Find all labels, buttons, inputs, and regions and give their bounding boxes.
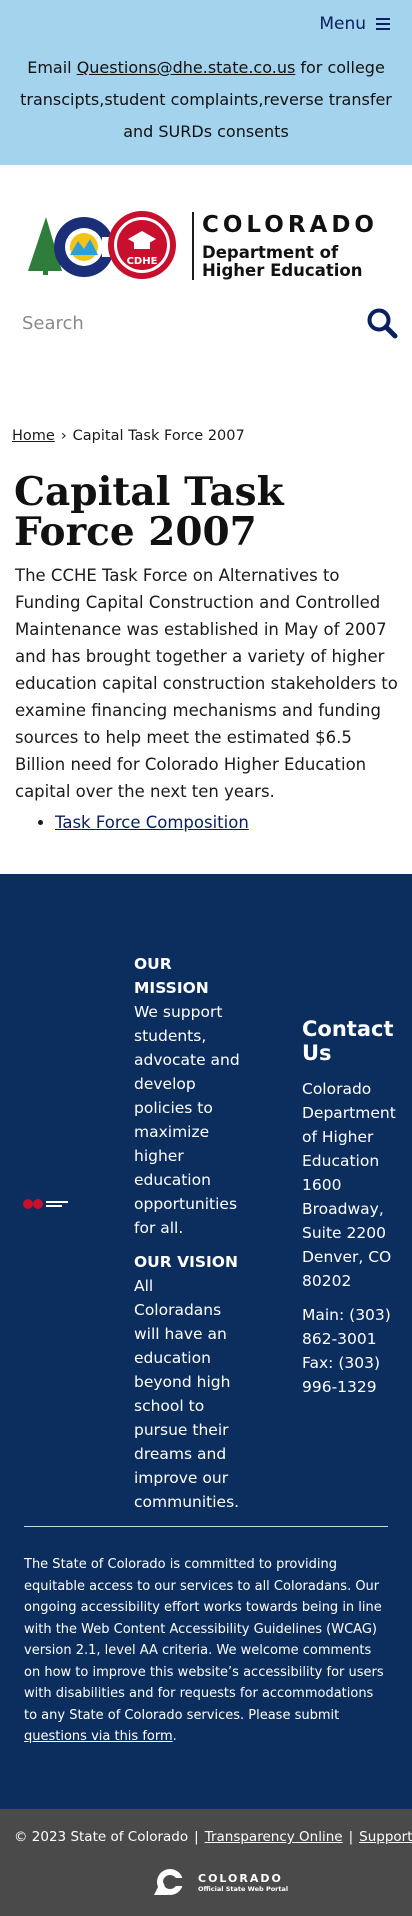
logo-divider bbox=[192, 212, 194, 280]
cdhe-logo-icon: CDHE bbox=[28, 211, 176, 279]
pipe-separator: | bbox=[194, 1829, 199, 1845]
search-row bbox=[0, 295, 412, 370]
pipe-separator: | bbox=[348, 1829, 354, 1845]
mission-heading: OUR MISSION bbox=[134, 955, 209, 997]
top-banner: Menu Email Questions@dhe.state.co.us for… bbox=[0, 0, 412, 165]
contact-heading: Contact Us bbox=[302, 1017, 394, 1065]
contact-address: Colorado Department of Higher Education … bbox=[302, 1080, 396, 1290]
contact-phone: Main: (303) 862-3001 Fax: (303) 996-1329 bbox=[302, 1306, 391, 1396]
hamburger-icon bbox=[376, 18, 390, 30]
copyright-text: © 2023 State of Colorado bbox=[14, 1829, 189, 1845]
portal-name: COLORADO bbox=[198, 1871, 283, 1885]
logo-badge-text: CDHE bbox=[127, 256, 158, 267]
logo-text: COLORADO Department of Higher Education bbox=[202, 212, 378, 280]
breadcrumb-current: Capital Task Force 2007 bbox=[72, 428, 245, 444]
footer: OUR MISSION We support students, advocat… bbox=[0, 874, 412, 1809]
list-item: Task Force Composition bbox=[55, 813, 249, 832]
accessibility-end: . bbox=[172, 1729, 177, 1744]
vision-heading: OUR VISION bbox=[134, 1253, 238, 1271]
footer-logo-icon[interactable] bbox=[22, 1198, 70, 1210]
footer-divider bbox=[24, 1526, 388, 1527]
bottom-bar: © 2023 State of Colorado | Transparency On… bbox=[0, 1809, 412, 1916]
support-link[interactable]: Support bbox=[359, 1829, 412, 1845]
task-force-composition-link[interactable]: Task Force Composition bbox=[55, 813, 249, 832]
breadcrumb-home-link[interactable]: Home bbox=[12, 428, 55, 444]
mission-block: OUR MISSION We support students, advocat… bbox=[134, 952, 244, 1240]
notice-text: Email Questions@dhe.state.co.us for coll… bbox=[16, 52, 396, 148]
state-portal-logo[interactable]: COLORADO Official State Web Portal bbox=[152, 1867, 288, 1897]
vision-text: All Coloradans will have an education be… bbox=[134, 1277, 240, 1511]
search-icon[interactable] bbox=[366, 307, 398, 339]
accessibility-form-link[interactable]: questions via this form bbox=[24, 1729, 173, 1744]
bottom-links: © 2023 State of Colorado | Transparency On… bbox=[14, 1829, 412, 1845]
accessibility-text: The State of Colorado is committed to pr… bbox=[24, 1557, 384, 1723]
colorado-c-icon bbox=[154, 1869, 186, 1895]
link-list: Task Force Composition bbox=[55, 813, 249, 832]
notice-email-link[interactable]: Questions@dhe.state.co.us bbox=[77, 58, 296, 77]
mission-text: We support students, advocate and develo… bbox=[134, 1003, 240, 1237]
breadcrumb-separator: › bbox=[60, 428, 67, 444]
portal-subtitle: Official State Web Portal bbox=[198, 1884, 289, 1893]
logo-dept-line1: Department of bbox=[202, 243, 339, 262]
accessibility-statement: The State of Colorado is committed to pr… bbox=[24, 1554, 388, 1748]
notice-prefix: Email bbox=[27, 58, 77, 77]
site-logo[interactable]: CDHE COLORADO Department of Higher Educa… bbox=[24, 209, 378, 283]
page-body-text: The CCHE Task Force on Alternatives to F… bbox=[15, 566, 398, 801]
menu-label: Menu bbox=[319, 14, 366, 34]
menu-button[interactable]: Menu bbox=[319, 14, 390, 34]
logo-dept-line2: Higher Education bbox=[202, 261, 363, 280]
logo-state-name: COLORADO bbox=[202, 212, 378, 238]
search-input[interactable] bbox=[22, 313, 322, 334]
vision-block: OUR VISION All Coloradans will have an e… bbox=[134, 1250, 244, 1514]
transparency-online-link[interactable]: Transparency Online bbox=[205, 1829, 343, 1845]
page-title: Capital Task Force 2007 bbox=[14, 469, 284, 555]
logo-area: CDHE COLORADO Department of Higher Educa… bbox=[0, 165, 412, 295]
portal-text: COLORADO Official State Web Portal bbox=[198, 1872, 288, 1893]
contact-block: Contact Us Colorado Department of Higher… bbox=[302, 1017, 402, 1409]
breadcrumb: Home › Capital Task Force 2007 bbox=[12, 428, 245, 444]
